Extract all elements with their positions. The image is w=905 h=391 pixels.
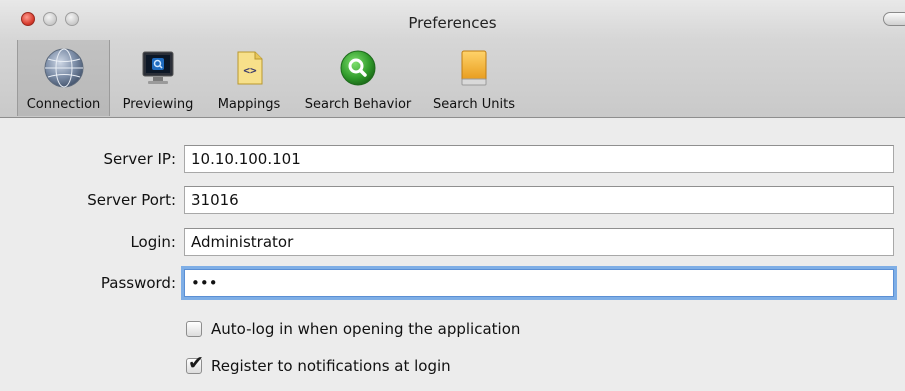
auto-login-label: Auto-log in when opening the application (211, 320, 521, 338)
toolbar-label-search-units: Search Units (432, 97, 516, 112)
server-ip-label: Server IP: (103, 150, 176, 168)
monitor-icon (142, 51, 174, 84)
register-notifications-label: Register to notifications at login (211, 357, 451, 375)
drive-icon (461, 50, 487, 86)
toolbar-item-connection[interactable]: Connection (17, 40, 110, 116)
password-input[interactable] (184, 269, 894, 297)
login-input[interactable] (184, 228, 894, 256)
checkmark-icon: ✔ (188, 352, 204, 374)
server-port-input[interactable] (184, 186, 894, 214)
title-toolbar: Preferences Connection Previewing <> Map… (0, 0, 905, 118)
document-code-icon: <> (237, 51, 263, 85)
search-icon (340, 50, 376, 86)
toolbar-label-connection: Connection (26, 97, 101, 112)
svg-text:<>: <> (243, 64, 257, 77)
register-notifications-row[interactable]: ✔ Register to notifications at login (186, 354, 451, 377)
toolbar-item-mappings[interactable]: <> Mappings (206, 40, 292, 116)
globe-icon (44, 48, 83, 88)
toolbar-label-search-behavior: Search Behavior (304, 97, 412, 112)
toolbar-item-search-behavior[interactable]: Search Behavior (296, 40, 420, 116)
password-label: Password: (100, 274, 176, 292)
toolbar-label-mappings: Mappings (217, 97, 281, 112)
toolbar-item-search-units[interactable]: Search Units (424, 40, 524, 116)
register-notifications-checkbox[interactable]: ✔ (186, 354, 204, 374)
toolbar-toggle-button[interactable] (883, 12, 905, 26)
toolbar-label-previewing: Previewing (122, 97, 194, 112)
server-ip-input[interactable] (184, 145, 894, 173)
toolbar-item-previewing[interactable]: Previewing (114, 40, 202, 116)
server-port-label: Server Port: (87, 191, 176, 209)
auto-login-checkbox[interactable] (186, 321, 202, 337)
login-label: Login: (130, 233, 176, 251)
auto-login-row[interactable]: Auto-log in when opening the application (186, 318, 520, 340)
preferences-window: Preferences Connection Previewing <> Map… (0, 0, 905, 391)
window-title: Preferences (408, 14, 497, 32)
